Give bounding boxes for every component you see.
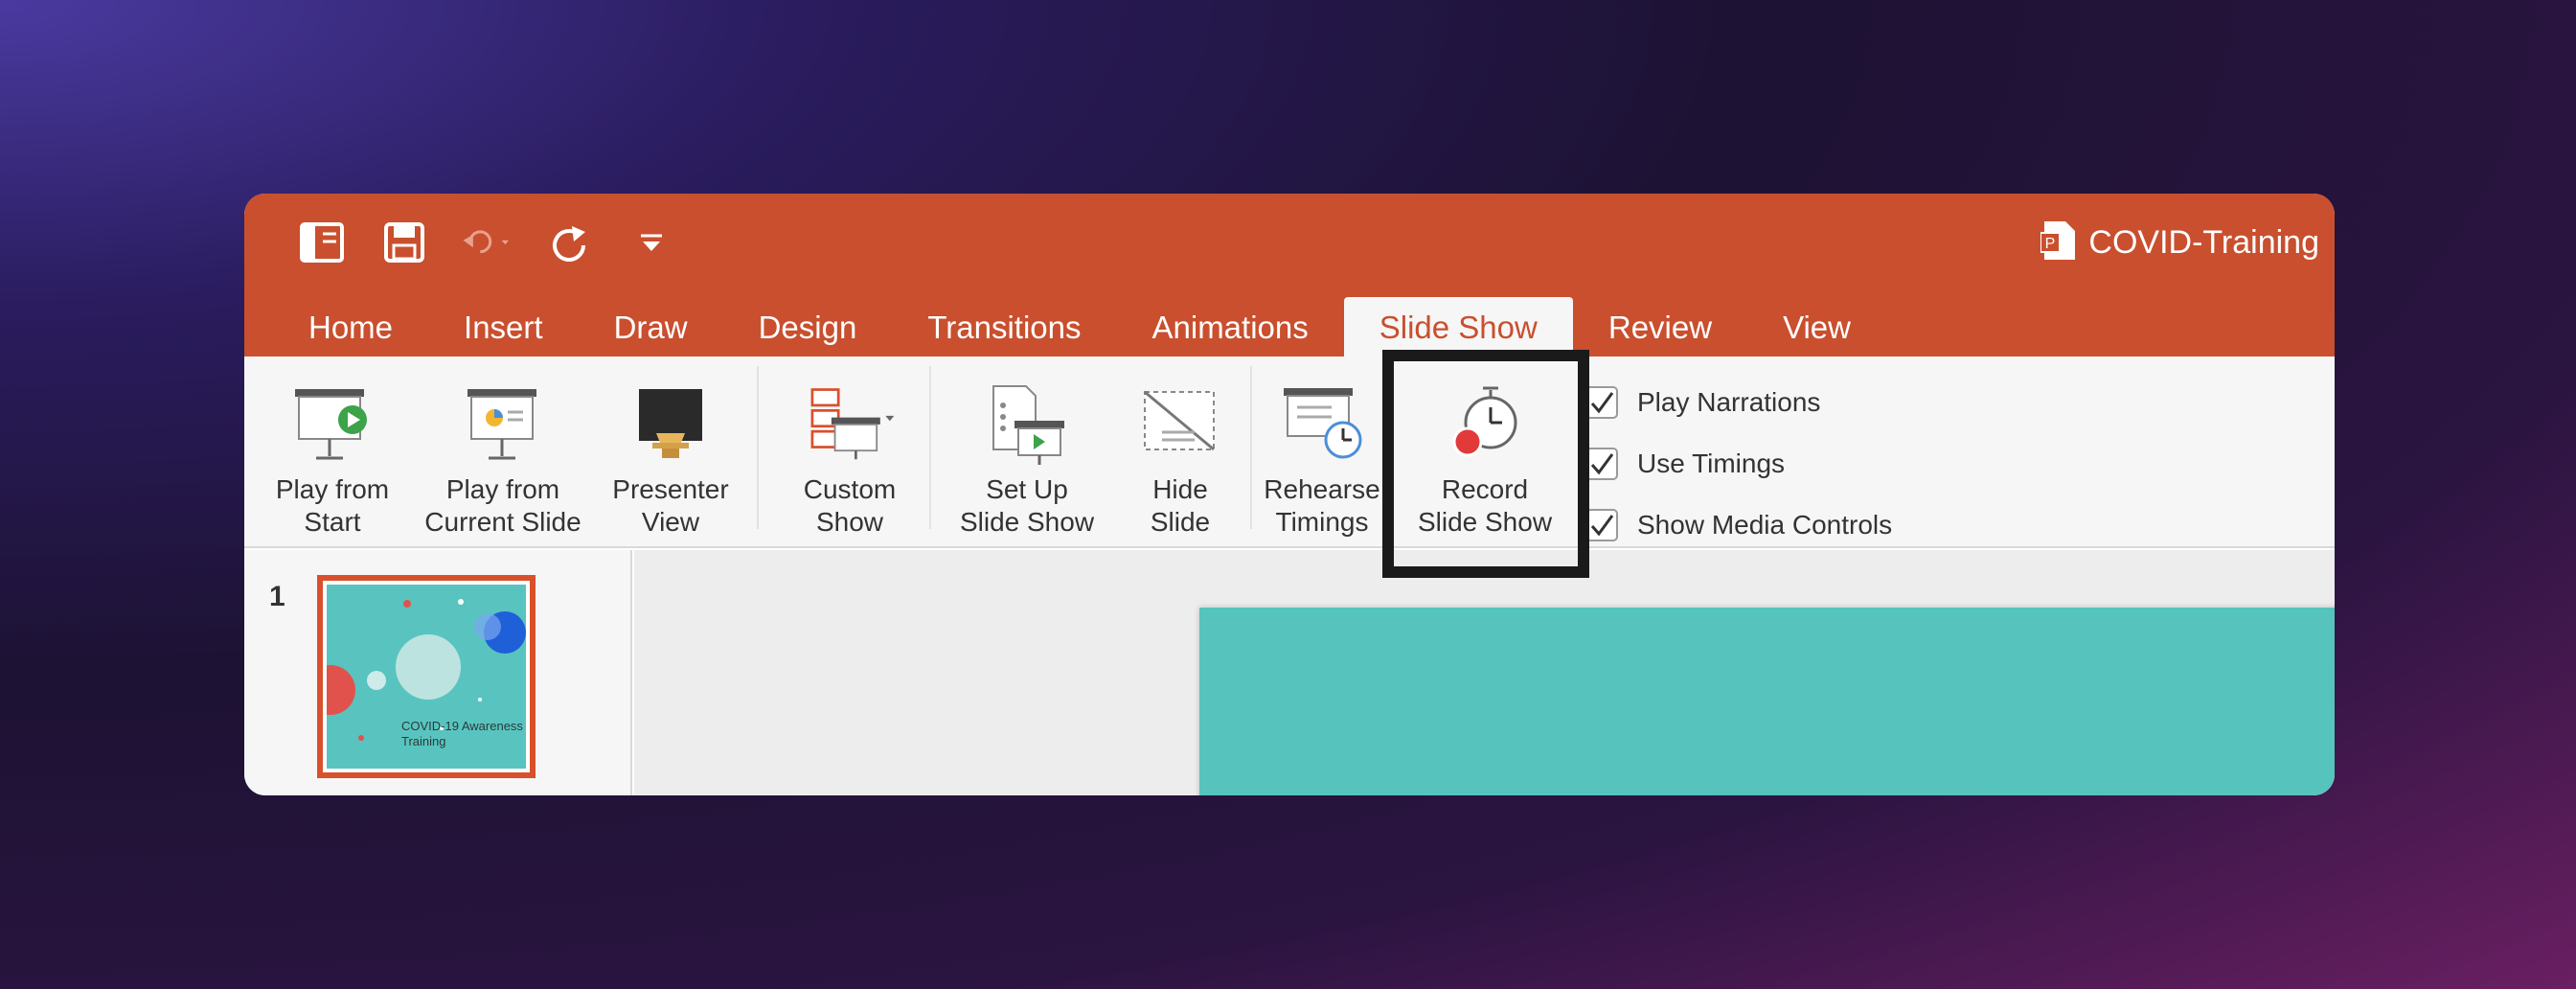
customize-icon[interactable]	[627, 218, 676, 267]
play-narrations-label: Play Narrations	[1637, 387, 1821, 417]
tab-insert[interactable]: Insert	[428, 297, 579, 356]
tab-animations[interactable]: Animations	[1117, 297, 1344, 356]
hide-slide-label: Hide Slide	[1150, 474, 1211, 537]
tab-view[interactable]: View	[1747, 297, 1886, 356]
tab-slide-show[interactable]: Slide Show	[1343, 297, 1573, 356]
play-from-start-icon	[285, 378, 380, 470]
slide-number: 1	[269, 581, 285, 612]
show-media-controls-label: Show Media Controls	[1637, 510, 1893, 540]
play-from-current-slide-icon	[455, 378, 551, 470]
thumbnail-image: COVID-19 Awareness Training	[327, 585, 526, 769]
redo-icon[interactable]	[544, 218, 594, 267]
powerpoint-window: P COVID-Training Home Insert Draw Design…	[244, 194, 2335, 795]
ribbon-tabs: Home Insert Draw Design Transitions Anim…	[273, 297, 1886, 356]
tab-home[interactable]: Home	[273, 297, 428, 356]
tab-draw[interactable]: Draw	[579, 297, 723, 356]
ribbon-separator	[929, 366, 931, 529]
presenter-view-label: Presenter View	[612, 474, 729, 537]
svg-text:P: P	[2045, 236, 2056, 252]
slide-thumbnail[interactable]: COVID-19 Awareness Training	[317, 575, 536, 778]
custom-show-button[interactable]: Custom Show	[773, 356, 926, 539]
document-title: P COVID-Training	[2040, 215, 2319, 270]
tab-review[interactable]: Review	[1573, 297, 1747, 356]
ribbon-separator	[1250, 366, 1252, 529]
current-slide[interactable]	[1199, 608, 2335, 795]
presenter-view-button[interactable]: Presenter View	[594, 356, 747, 539]
save-icon[interactable]	[379, 218, 429, 267]
rehearse-timings-label: Rehearse Timings	[1264, 474, 1380, 537]
play-from-current-slide-label: Play from Current Slide	[424, 474, 581, 537]
play-narrations-checkbox[interactable]: Play Narrations	[1585, 372, 1892, 433]
ribbon-separator	[757, 366, 759, 529]
checkbox-box[interactable]	[1585, 509, 1618, 541]
slide-show-options: Play Narrations Use Timings Show Media C…	[1585, 372, 1892, 556]
use-timings-checkbox[interactable]: Use Timings	[1585, 433, 1892, 494]
custom-show-icon	[802, 378, 898, 470]
rehearse-timings-icon	[1274, 378, 1370, 470]
record-slide-show-icon	[1437, 378, 1533, 470]
custom-show-label: Custom Show	[803, 474, 897, 537]
rehearse-timings-button[interactable]: Rehearse Timings	[1260, 356, 1384, 539]
slide-thumbnails-panel: 1 COVID-19 Awareness Training	[244, 550, 632, 795]
pptx-file-icon: P	[2040, 219, 2077, 266]
hide-slide-button[interactable]: Hide Slide	[1118, 356, 1242, 539]
tab-design[interactable]: Design	[723, 297, 893, 356]
record-slide-show-label: Record Slide Show	[1417, 474, 1553, 537]
play-from-start-label: Play from Start	[275, 474, 390, 537]
record-slide-show-button[interactable]: Record Slide Show	[1389, 356, 1581, 539]
hide-slide-icon	[1132, 378, 1228, 470]
play-from-current-slide-button[interactable]: Play from Current Slide	[407, 356, 599, 539]
set-up-slide-show-button[interactable]: Set Up Slide Show	[941, 356, 1113, 539]
slide-editor-canvas	[634, 550, 2335, 795]
tab-transitions[interactable]: Transitions	[892, 297, 1116, 356]
checkbox-box[interactable]	[1585, 448, 1618, 480]
set-up-slide-show-label: Set Up Slide Show	[959, 474, 1095, 537]
undo-icon[interactable]	[462, 218, 512, 267]
play-from-start-button[interactable]: Play from Start	[256, 356, 409, 539]
show-media-controls-checkbox[interactable]: Show Media Controls	[1585, 494, 1892, 556]
use-timings-label: Use Timings	[1637, 448, 1786, 478]
thumbnail-caption: COVID-19 Awareness Training	[401, 719, 523, 748]
checkbox-box[interactable]	[1585, 386, 1618, 419]
set-up-slide-show-icon	[979, 378, 1075, 470]
presenter-view-icon	[623, 378, 718, 470]
document-title-text: COVID-Training	[2088, 223, 2319, 261]
quick-access-toolbar	[297, 215, 676, 270]
ribbon-panel: Play from Start Play from Current Slide …	[244, 356, 2335, 548]
sidebar-icon[interactable]	[297, 218, 347, 267]
title-bar: P COVID-Training Home Insert Draw Design…	[244, 194, 2335, 356]
